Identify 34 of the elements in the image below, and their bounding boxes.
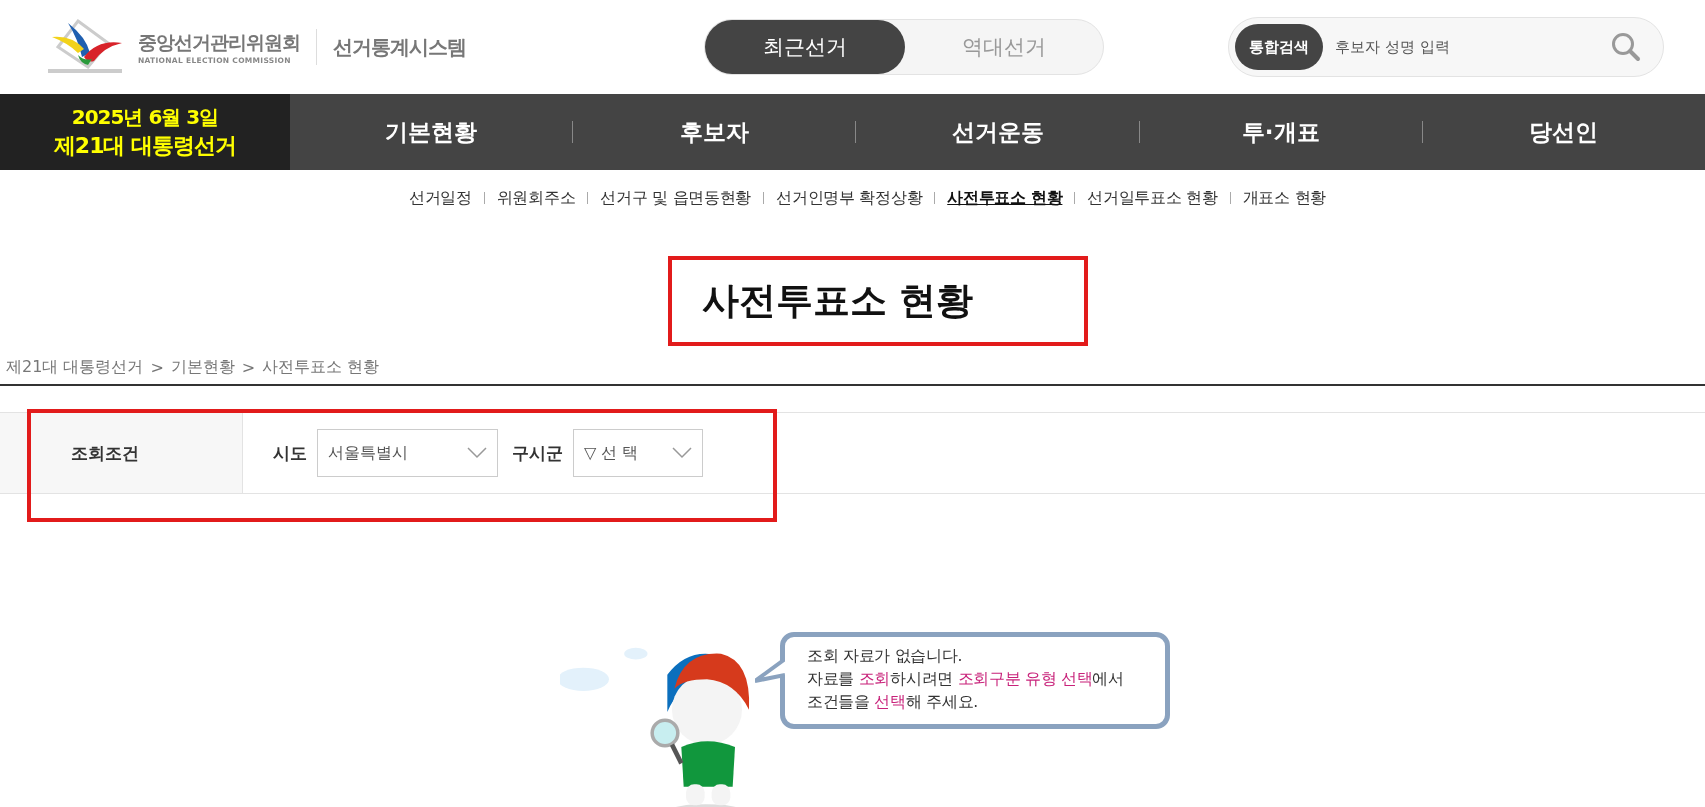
submenu-link[interactable]: 사전투표소 현황 [947,187,1063,209]
nav-menu-item[interactable]: 후보자 [573,116,856,148]
system-name[interactable]: 선거통계시스템 [333,33,466,61]
submenu-link[interactable]: 선거일투표소 현황 [1087,187,1218,209]
chevron-down-icon [467,447,487,459]
submenu-link[interactable]: 선거인명부 확정상황 [776,187,923,209]
election-tab[interactable]: 최근선거 [705,20,905,74]
breadcrumb-separator: > [241,357,256,377]
breadcrumb-separator: > [150,357,164,377]
nav-menu-item[interactable]: 당선인 [1422,116,1705,148]
empty-message: 조회 자료가 없습니다. 자료를 조회하시려면 조회구분 유형 선택에서 조건들을 선택해 주세요. [807,646,1125,713]
election-name: 제21대 대통령선거 [53,131,237,160]
submenu-link[interactable]: 위원회주소 [496,187,576,209]
search-type-button[interactable]: 통합검색 [1235,24,1323,70]
field-label: 시도 [273,441,307,465]
organization-name: 중앙선거관리위원회 [138,29,300,55]
search-icon[interactable] [1611,32,1641,62]
dropdown[interactable]: 서울특별시 [317,429,498,477]
page-title: 사전투표소 현황 [667,256,1088,346]
filter-label: 조회조건 [0,413,243,493]
nav-menu-item[interactable]: 투·개표 [1139,116,1422,148]
submenu-link[interactable]: 개표소 현황 [1242,187,1327,209]
breadcrumb-link[interactable]: 제21대 대통령선거 [6,356,144,378]
breadcrumb-link[interactable]: 사전투표소 현황 [262,356,380,378]
submenu-link[interactable]: 선거일정 [408,187,472,209]
dropdown[interactable]: ▽ 선 택 [573,429,703,477]
search-field[interactable]: 후보자 성명 입력 [1333,37,1611,57]
nav-menu-item[interactable]: 선거운동 [856,116,1139,148]
nav-menu-item[interactable]: 기본현황 [290,116,573,148]
chevron-down-icon [672,447,692,459]
submenu-link[interactable]: 선거구 및 읍면동현황 [600,187,752,209]
field-label: 구시군 [512,441,563,465]
breadcrumb-link[interactable]: 기본현황 [170,356,235,378]
election-date: 2025년 6월 3일 [71,103,219,131]
